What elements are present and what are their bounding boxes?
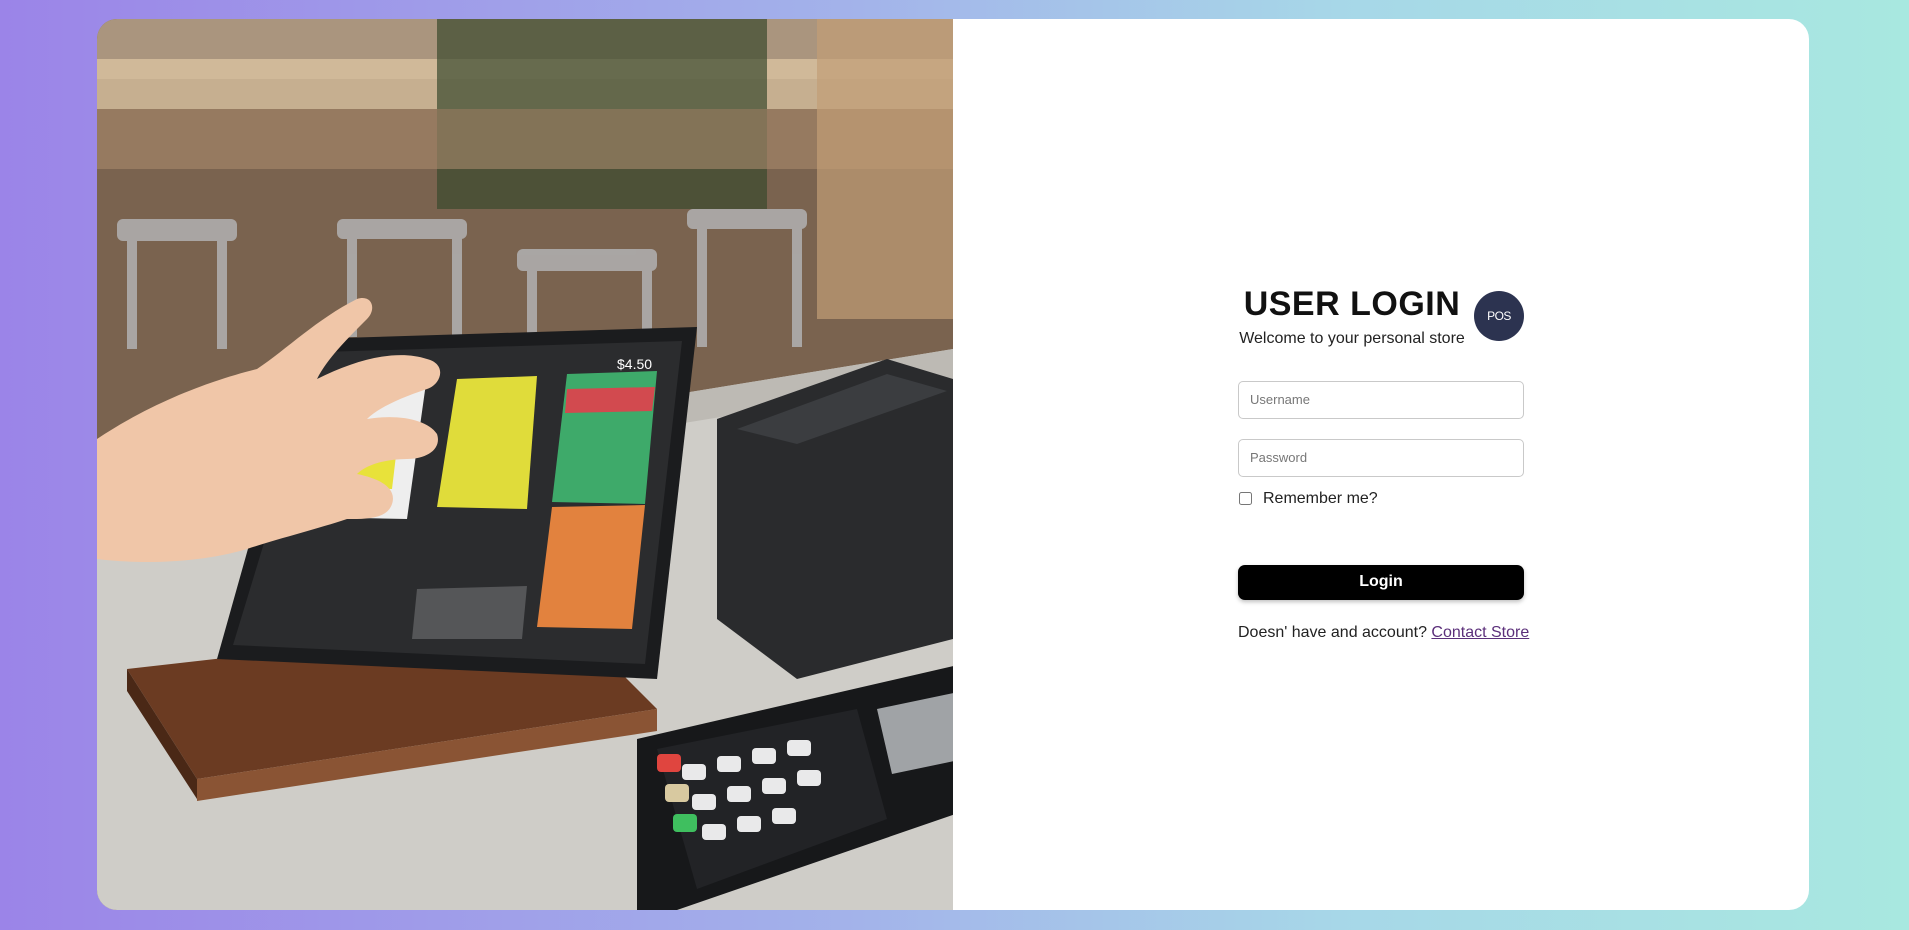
page-subtitle: Welcome to your personal store	[1239, 329, 1465, 347]
page-title: USER LOGIN	[1243, 285, 1461, 323]
remember-me-checkbox[interactable]	[1239, 492, 1252, 506]
login-panel: USER LOGIN Welcome to your personal stor…	[953, 19, 1809, 910]
remember-me: Remember me?	[1238, 490, 1524, 508]
terminal-total: $4.50	[617, 356, 652, 372]
password-field[interactable]	[1238, 438, 1524, 477]
hero-image: $4.50	[97, 19, 953, 910]
remember-me-label: Remember me?	[1263, 489, 1378, 507]
pos-logo: POS	[1474, 290, 1524, 341]
login-form: USER LOGIN Welcome to your personal stor…	[1238, 284, 1529, 642]
signup-prompt: Doesn' have and account?	[1238, 623, 1427, 641]
contact-store-link[interactable]: Contact Store	[1431, 624, 1529, 641]
header-row: USER LOGIN Welcome to your personal stor…	[1238, 284, 1524, 348]
header-text: USER LOGIN Welcome to your personal stor…	[1238, 284, 1466, 348]
username-field[interactable]	[1238, 380, 1524, 419]
login-button[interactable]: Login	[1238, 564, 1524, 600]
pos-terminal-photo: $4.50	[97, 19, 953, 910]
login-card: $4.50 USER LOGIN Welcome to your persona…	[97, 19, 1809, 910]
signup-row: Doesn' have and account? Contact Store	[1238, 623, 1529, 642]
